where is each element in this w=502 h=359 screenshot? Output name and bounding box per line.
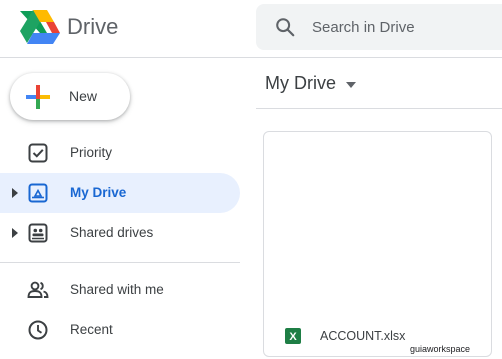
svg-text:X: X (289, 331, 297, 343)
my-drive-icon (28, 183, 48, 203)
expand-arrow-icon[interactable] (11, 187, 19, 199)
drive-app: Drive Search in Drive New Priority My Dr… (0, 0, 502, 359)
main-divider (256, 108, 502, 109)
shared-with-me-icon (27, 281, 49, 298)
excel-icon: X (285, 328, 301, 344)
plus-icon (26, 85, 50, 109)
search-bar[interactable]: Search in Drive (256, 4, 502, 50)
sidebar-item-shared-with-me[interactable]: Shared with me (0, 270, 240, 310)
top-bar: Drive Search in Drive (0, 0, 502, 58)
search-icon[interactable] (274, 16, 296, 38)
brand-name[interactable]: Drive (67, 14, 118, 40)
sidebar-item-shared-drives[interactable]: Shared drives (0, 213, 240, 253)
sidebar-item-label: Recent (70, 322, 113, 337)
caret-down-icon[interactable] (345, 81, 357, 89)
sidebar-item-priority[interactable]: Priority (0, 133, 240, 173)
sidebar-item-label: Shared with me (70, 282, 164, 297)
file-card[interactable]: X ACCOUNT.xlsx (263, 131, 492, 357)
sidebar-divider (0, 262, 240, 263)
search-input[interactable]: Search in Drive (312, 19, 415, 36)
sidebar-item-label: Priority (70, 145, 113, 160)
expand-arrow-icon[interactable] (11, 227, 19, 239)
page-title[interactable]: My Drive (265, 73, 336, 94)
shared-drives-icon (28, 223, 48, 243)
drive-logo-icon[interactable] (20, 9, 60, 45)
new-button[interactable]: New (10, 73, 130, 120)
priority-icon (28, 143, 48, 163)
sidebar-item-label: My Drive (70, 185, 127, 200)
sidebar-item-label: Shared drives (70, 225, 154, 240)
sidebar-item-my-drive[interactable]: My Drive (0, 173, 240, 213)
watermark: guiaworkspace (410, 344, 471, 354)
file-name[interactable]: ACCOUNT.xlsx (320, 329, 405, 343)
sidebar-item-recent[interactable]: Recent (0, 310, 240, 350)
new-button-label: New (69, 88, 98, 104)
file-thumbnail[interactable] (264, 132, 491, 312)
recent-icon (28, 320, 48, 340)
